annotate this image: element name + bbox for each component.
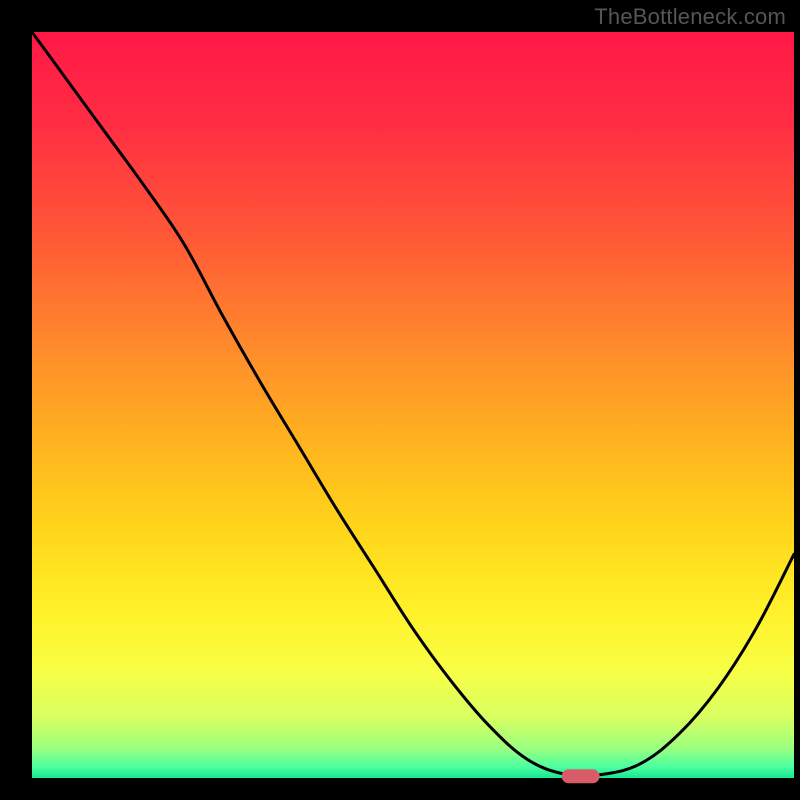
watermark-text: TheBottleneck.com [594,4,786,30]
bottleneck-chart [0,0,800,800]
plot-gradient-area [32,32,794,778]
chart-svg [0,0,800,800]
optimum-marker [562,769,600,783]
